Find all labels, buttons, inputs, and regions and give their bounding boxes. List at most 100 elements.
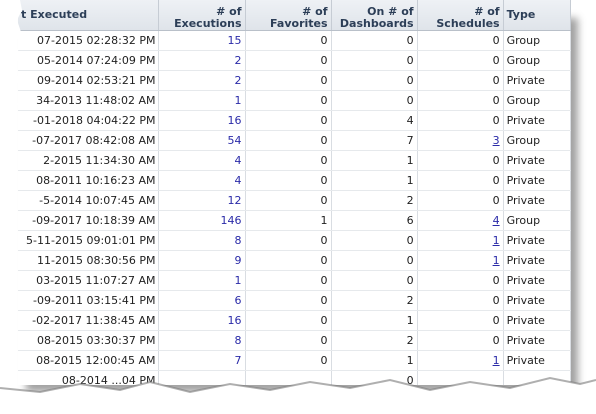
cell-schedules: 0 [417, 70, 504, 91]
table-row[interactable]: -09-2017 10:18:39 AM 146 1 6 4 Group [18, 210, 571, 231]
cell-dashboards: 0 [331, 230, 418, 251]
cell-favorites: 0 [245, 50, 332, 71]
table-row[interactable]: 08-2015 12:00:45 AM 7 0 1 1 Private [18, 350, 571, 371]
cell-favorites: 0 [245, 170, 332, 191]
cell-type: Group [503, 30, 571, 51]
cell-favorites: 0 [245, 70, 332, 91]
torn-bottom-edge [0, 376, 596, 414]
cell-favorites: 0 [245, 30, 332, 51]
cell-dashboards: 0 [331, 250, 418, 271]
cell-schedules: 0 [417, 330, 504, 351]
cell-type: Private [503, 310, 571, 331]
cell-schedules: 0 [417, 50, 504, 71]
cell-schedules[interactable]: 4 [417, 210, 504, 231]
cell-type: Group [503, 130, 571, 151]
cell-executions[interactable]: 4 [158, 150, 246, 171]
cell-dashboards: 1 [331, 150, 418, 171]
column-header-favorites[interactable]: # of Favorites [245, 0, 332, 31]
cell-favorites: 0 [245, 290, 332, 311]
cell-executions[interactable]: 16 [158, 310, 246, 331]
cell-schedules: 0 [417, 110, 504, 131]
column-header-label-line2: Executions [174, 17, 242, 30]
column-header-label: Type [506, 8, 536, 21]
cell-type: Private [503, 250, 571, 271]
column-header-label-line2: Schedules [436, 17, 500, 30]
table-row[interactable]: -02-2017 11:38:45 AM 16 0 1 0 Private [18, 310, 571, 331]
cell-dashboards: 0 [331, 50, 418, 71]
cell-executions[interactable]: 4 [158, 170, 246, 191]
cell-executions[interactable]: 15 [158, 30, 246, 51]
cell-schedules: 0 [417, 270, 504, 291]
cell-favorites: 0 [245, 130, 332, 151]
column-header-dashboards[interactable]: On # of Dashboards [331, 0, 418, 31]
cell-schedules[interactable]: 1 [417, 250, 504, 271]
cell-executions[interactable]: 8 [158, 230, 246, 251]
cell-schedules: 0 [417, 170, 504, 191]
cell-executions[interactable]: 6 [158, 290, 246, 311]
cell-schedules[interactable]: 1 [417, 350, 504, 371]
cell-schedules[interactable]: 1 [417, 230, 504, 251]
table-row[interactable]: 5-11-2015 09:01:01 PM 8 0 0 1 Private [18, 230, 571, 251]
cell-favorites: 0 [245, 230, 332, 251]
table-header-row: t Executed # of Executions # of Favorite… [18, 0, 571, 31]
table-row[interactable]: 11-2015 08:30:56 PM 9 0 0 1 Private [18, 250, 571, 271]
cell-executions[interactable]: 2 [158, 70, 246, 91]
cell-executions[interactable]: 1 [158, 90, 246, 111]
cell-favorites: 0 [245, 270, 332, 291]
cell-executions[interactable]: 2 [158, 50, 246, 71]
table-row[interactable]: 09-2014 02:53:21 PM 2 0 0 0 Private [18, 70, 571, 91]
cell-favorites: 0 [245, 330, 332, 351]
cell-favorites: 0 [245, 310, 332, 331]
table-row[interactable]: 34-2013 11:48:02 AM 1 0 0 0 Group [18, 90, 571, 111]
table-row[interactable]: 05-2014 07:24:09 PM 2 0 0 0 Group [18, 50, 571, 71]
table-row[interactable]: -09-2011 03:15:41 PM 6 0 2 0 Private [18, 290, 571, 311]
cell-executions[interactable]: 54 [158, 130, 246, 151]
cell-type: Group [503, 210, 571, 231]
cell-executions[interactable]: 12 [158, 190, 246, 211]
cell-dashboards: 1 [331, 350, 418, 371]
table-row[interactable]: 03-2015 11:07:27 AM 1 0 0 0 Private [18, 270, 571, 291]
cell-schedules[interactable]: 3 [417, 130, 504, 151]
cell-dashboards: 2 [331, 190, 418, 211]
table-row[interactable]: -07-2017 08:42:08 AM 54 0 7 3 Group [18, 130, 571, 151]
cell-executions[interactable]: 7 [158, 350, 246, 371]
cell-schedules: 0 [417, 310, 504, 331]
table-row[interactable]: 08-2015 03:30:37 PM 8 0 2 0 Private [18, 330, 571, 351]
table-row[interactable]: 2-2015 11:34:30 AM 4 0 1 0 Private [18, 150, 571, 171]
table-row[interactable]: 07-2015 02:28:32 PM 15 0 0 0 Group [18, 30, 571, 51]
cell-favorites: 0 [245, 250, 332, 271]
cell-dashboards: 4 [331, 110, 418, 131]
cell-favorites: 0 [245, 350, 332, 371]
cell-schedules: 0 [417, 190, 504, 211]
cell-executions[interactable]: 146 [158, 210, 246, 231]
table-row[interactable]: 08-2011 10:16:23 AM 4 0 1 0 Private [18, 170, 571, 191]
cell-type: Group [503, 50, 571, 71]
cell-type: Group [503, 90, 571, 111]
table-row[interactable]: -5-2014 10:07:45 AM 12 0 2 0 Private [18, 190, 571, 211]
cell-favorites: 0 [245, 90, 332, 111]
reports-table: t Executed # of Executions # of Favorite… [18, 0, 571, 385]
column-header-type[interactable]: Type [503, 0, 571, 31]
cell-executions[interactable]: 16 [158, 110, 246, 131]
cell-executions[interactable]: 8 [158, 330, 246, 351]
cell-type: Private [503, 110, 571, 131]
column-header-label-line2: Favorites [270, 17, 328, 30]
table-row[interactable]: -01-2018 04:04:22 PM 16 0 4 0 Private [18, 110, 571, 131]
cell-dashboards: 2 [331, 330, 418, 351]
cell-dashboards: 7 [331, 130, 418, 151]
cell-executions[interactable]: 1 [158, 270, 246, 291]
cell-dashboards: 1 [331, 170, 418, 191]
report-table-panel: t Executed # of Executions # of Favorite… [18, 0, 571, 385]
cell-schedules: 0 [417, 290, 504, 311]
cell-executions[interactable]: 9 [158, 250, 246, 271]
cell-type: Private [503, 150, 571, 171]
cell-favorites: 0 [245, 150, 332, 171]
table-body: 07-2015 02:28:32 PM 15 0 0 0 Group 05-2014 07:… [18, 30, 571, 385]
cell-dashboards: 0 [331, 30, 418, 51]
column-header-executions[interactable]: # of Executions [158, 0, 246, 31]
cell-schedules: 0 [417, 150, 504, 171]
cell-type: Private [503, 170, 571, 191]
column-header-schedules[interactable]: # of Schedules [417, 0, 504, 31]
cell-type: Private [503, 350, 571, 371]
cell-type: Private [503, 270, 571, 291]
